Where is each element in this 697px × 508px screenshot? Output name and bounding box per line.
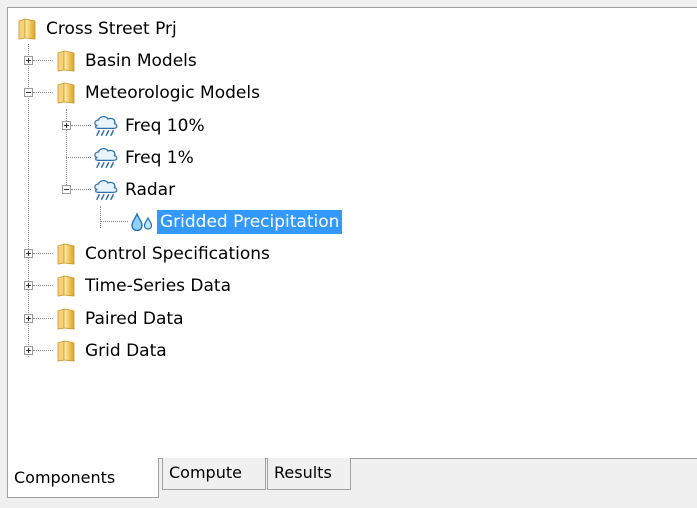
tree-connector-line bbox=[33, 253, 53, 254]
expand-control-specifications-toggle[interactable] bbox=[24, 249, 33, 258]
expand-paired-data-toggle[interactable] bbox=[24, 314, 33, 323]
tree-node-label: Radar bbox=[125, 180, 176, 200]
tree-node-label: Time-Series Data bbox=[85, 276, 232, 296]
tree-node-label: Meteorologic Models bbox=[85, 83, 260, 103]
rain-cloud-icon bbox=[92, 147, 120, 170]
folder-icon bbox=[56, 340, 76, 362]
folder-icon bbox=[56, 243, 76, 265]
tree-connector-line bbox=[33, 60, 53, 61]
tree-node-label: Gridded Precipitation bbox=[157, 210, 343, 234]
tree-node-freq-10[interactable]: Freq 10% bbox=[92, 113, 208, 139]
tree-node-gridded-precipitation[interactable]: Gridded Precipitation bbox=[130, 209, 343, 235]
tree-node-label: Control Specifications bbox=[85, 244, 270, 264]
tree-node-basin-models[interactable]: Basin Models bbox=[56, 48, 200, 74]
tree-node-meteorologic-models[interactable]: Meteorologic Models bbox=[56, 80, 263, 106]
components-tree-panel: Cross Street Prj Basin Models Meteorolog… bbox=[7, 7, 697, 459]
expand-basin-models-toggle[interactable] bbox=[24, 56, 33, 65]
folder-icon bbox=[56, 275, 76, 297]
expand-grid-data-toggle[interactable] bbox=[24, 346, 33, 355]
tree-connector-line bbox=[71, 125, 91, 126]
tree-node-label: Basin Models bbox=[85, 51, 197, 71]
tree-node-freq-1[interactable]: Freq 1% bbox=[92, 145, 197, 171]
tree-node-grid-data[interactable]: Grid Data bbox=[56, 338, 170, 364]
tree-node-label: Freq 10% bbox=[125, 116, 205, 136]
expand-time-series-data-toggle[interactable] bbox=[24, 281, 33, 290]
expand-freq-10-toggle[interactable] bbox=[62, 121, 71, 130]
project-tree: Cross Street Prj Basin Models Meteorolog… bbox=[8, 8, 697, 458]
tree-connector-line bbox=[100, 221, 128, 222]
folder-icon bbox=[56, 82, 76, 104]
rain-cloud-icon bbox=[92, 115, 120, 138]
tree-node-control-specifications[interactable]: Control Specifications bbox=[56, 241, 273, 267]
tree-node-label: Freq 1% bbox=[125, 148, 194, 168]
tree-node-radar[interactable]: Radar bbox=[92, 177, 178, 203]
tree-connector-line bbox=[33, 92, 53, 93]
folder-icon bbox=[56, 308, 76, 330]
tab-compute[interactable]: Compute bbox=[162, 458, 266, 490]
folder-icon bbox=[17, 18, 37, 40]
tree-node-paired-data[interactable]: Paired Data bbox=[56, 306, 187, 332]
tree-connector-line bbox=[33, 318, 53, 319]
tree-connector-line bbox=[33, 285, 53, 286]
rain-cloud-icon bbox=[92, 179, 120, 202]
water-drops-icon bbox=[130, 212, 154, 232]
collapse-meteorologic-models-toggle[interactable] bbox=[24, 88, 33, 97]
tree-connector-line bbox=[66, 157, 91, 158]
tree-connector-line bbox=[71, 189, 91, 190]
tree-node-root[interactable]: Cross Street Prj bbox=[17, 16, 180, 42]
tree-node-label: Grid Data bbox=[85, 341, 167, 361]
tab-components[interactable]: Components bbox=[7, 458, 159, 498]
folder-icon bbox=[56, 50, 76, 72]
tab-results[interactable]: Results bbox=[267, 458, 351, 490]
collapse-radar-toggle[interactable] bbox=[62, 185, 71, 194]
tree-node-time-series-data[interactable]: Time-Series Data bbox=[56, 273, 234, 299]
tree-connector-line bbox=[100, 206, 101, 228]
tree-node-label: Paired Data bbox=[85, 309, 184, 329]
tree-connector-line bbox=[33, 350, 53, 351]
tree-node-label: Cross Street Prj bbox=[46, 19, 177, 39]
